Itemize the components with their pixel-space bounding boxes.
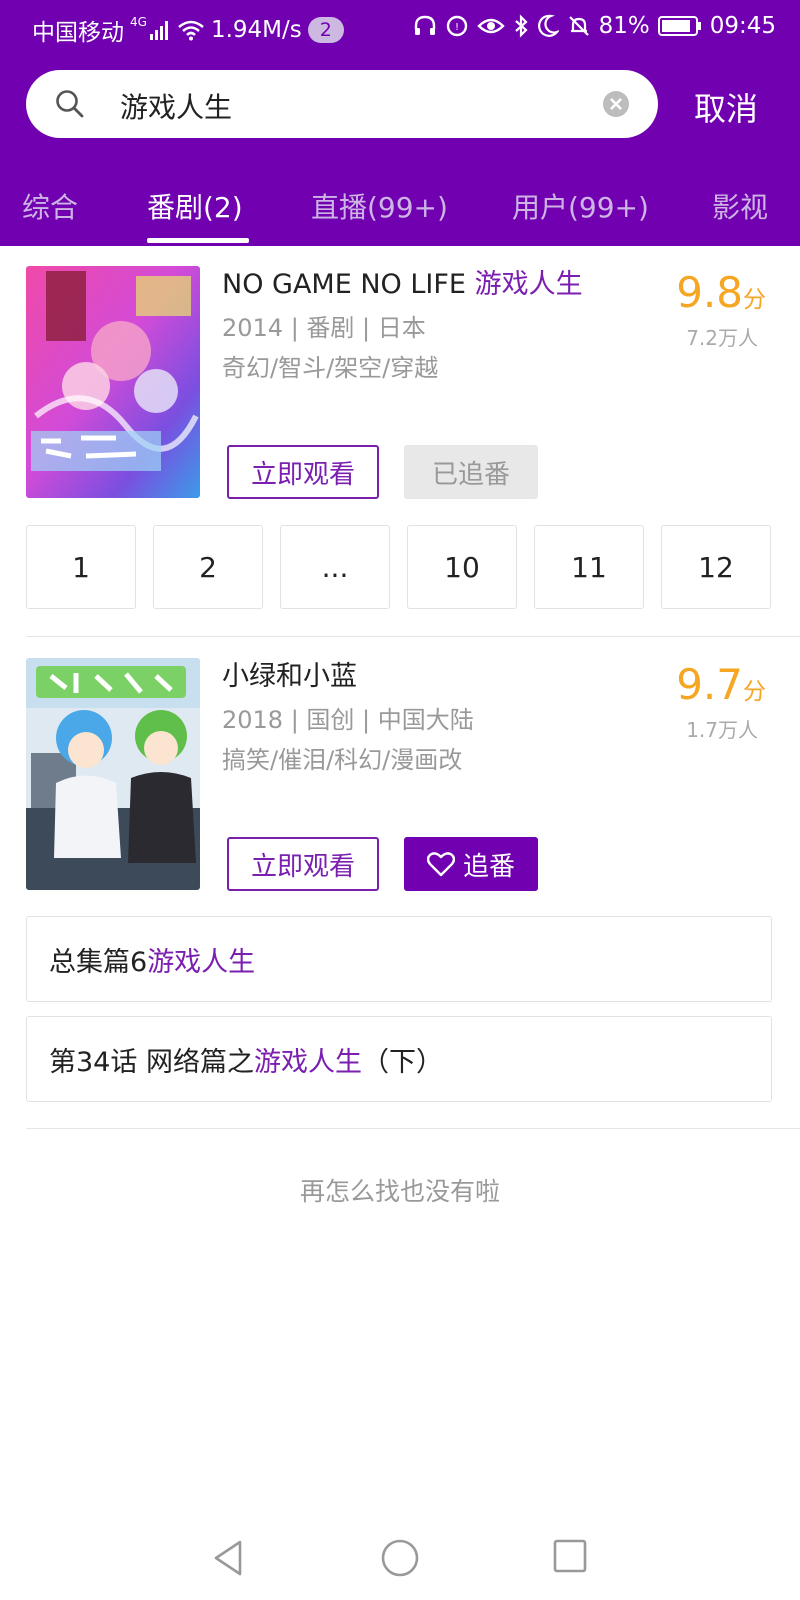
watch-now-button[interactable]: 立即观看: [227, 445, 379, 499]
sync-icon: !: [445, 14, 469, 38]
svg-text:!: !: [455, 22, 459, 33]
poster-image[interactable]: [26, 266, 200, 498]
related-episode-item[interactable]: 第34话 网络篇之 游戏人生 （下）: [26, 1016, 772, 1102]
network-speed: 1.94M/s: [210, 17, 302, 43]
search-icon: [54, 88, 86, 124]
wifi-icon: [177, 19, 205, 41]
score-value: 9.7: [676, 660, 743, 709]
moon-icon: [537, 14, 559, 38]
tab-anime[interactable]: 番剧(2): [147, 186, 243, 226]
score-unit: 分: [743, 287, 766, 313]
carrier-label: 中国移动: [32, 20, 124, 46]
signal-icon: [149, 20, 171, 40]
related-highlight: 游戏人生: [253, 1046, 362, 1078]
search-input[interactable]: 游戏人生: [26, 70, 658, 138]
title-highlight: 游戏人生: [474, 269, 583, 300]
bluetooth-icon: [513, 14, 529, 38]
divider: [26, 636, 800, 637]
home-icon[interactable]: [380, 1538, 420, 1582]
mute-bell-icon: [567, 14, 591, 38]
tab-all[interactable]: 综合: [22, 186, 78, 226]
end-of-results-message: 再怎么找也没有啦: [299, 1177, 500, 1206]
follow-label: 追番: [462, 851, 515, 882]
cancel-button[interactable]: 取消: [694, 84, 758, 130]
tab-movies[interactable]: 影视: [712, 186, 768, 226]
eye-icon: [476, 16, 505, 36]
status-bar: 中国移动 4G 1.94M/s 2 ! 81% 09:45: [0, 0, 800, 56]
heart-icon: [426, 851, 455, 877]
notification-badge: 2: [307, 17, 344, 43]
followed-button[interactable]: 已追番: [404, 445, 538, 499]
result-tags: 搞笑/催泪/科幻/漫画改: [222, 746, 463, 774]
episode-button[interactable]: 11: [534, 525, 644, 609]
title-text: NO GAME NO LIFE: [222, 269, 475, 300]
poster-image[interactable]: [26, 658, 200, 890]
episode-button[interactable]: 2: [153, 525, 263, 609]
result-info: 2018 | 国创 | 中国大陆: [222, 706, 474, 734]
related-episode-item[interactable]: 总集篇6 游戏人生: [26, 916, 772, 1002]
score-unit: 分: [743, 679, 766, 705]
divider: [26, 1128, 800, 1129]
score: 9.8分: [676, 268, 766, 317]
tab-live[interactable]: 直播(99+): [311, 186, 448, 226]
clear-icon[interactable]: [602, 90, 630, 122]
status-right: ! 81% 09:45: [413, 13, 776, 39]
headset-icon: [413, 15, 437, 37]
title-text: 小绿和小蓝: [222, 661, 357, 692]
watch-now-button[interactable]: 立即观看: [227, 837, 379, 891]
result-title[interactable]: NO GAME NO LIFE 游戏人生: [222, 262, 583, 301]
result-tabs: 综合 番剧(2) 直播(99+) 用户(99+) 影视: [0, 180, 800, 246]
result-tags: 奇幻/智斗/架空/穿越: [222, 354, 439, 382]
related-suffix: （下）: [361, 1046, 443, 1078]
vote-count: 7.2万人: [686, 326, 758, 350]
episode-button[interactable]: ...: [280, 525, 390, 609]
battery-icon: [657, 15, 702, 37]
follow-button[interactable]: 追番: [404, 837, 538, 891]
system-nav-bar: [0, 1520, 800, 1600]
tab-users[interactable]: 用户(99+): [512, 186, 649, 226]
episode-button[interactable]: 1: [26, 525, 136, 609]
recent-apps-icon[interactable]: [552, 1538, 588, 1578]
search-query[interactable]: 游戏人生: [120, 86, 232, 126]
episode-button[interactable]: 10: [407, 525, 517, 609]
top-header: 中国移动 4G 1.94M/s 2 ! 81% 09:45 游戏人生 取消 综合…: [0, 0, 800, 246]
related-prefix: 总集篇6: [49, 946, 148, 978]
related-prefix: 第34话 网络篇之: [49, 1046, 254, 1078]
related-highlight: 游戏人生: [147, 946, 256, 978]
result-info: 2014 | 番剧 | 日本: [222, 314, 426, 342]
clock: 09:45: [709, 13, 776, 39]
network-type: 4G: [130, 15, 147, 29]
result-title[interactable]: 小绿和小蓝: [222, 654, 357, 693]
episode-button[interactable]: 12: [661, 525, 771, 609]
score-value: 9.8: [676, 268, 743, 317]
back-icon[interactable]: [210, 1538, 246, 1582]
battery-percent: 81%: [598, 13, 650, 39]
status-left: 中国移动 4G 1.94M/s 2: [32, 13, 344, 47]
score: 9.7分: [676, 660, 766, 709]
vote-count: 1.7万人: [686, 718, 758, 742]
active-tab-indicator: [147, 238, 249, 243]
